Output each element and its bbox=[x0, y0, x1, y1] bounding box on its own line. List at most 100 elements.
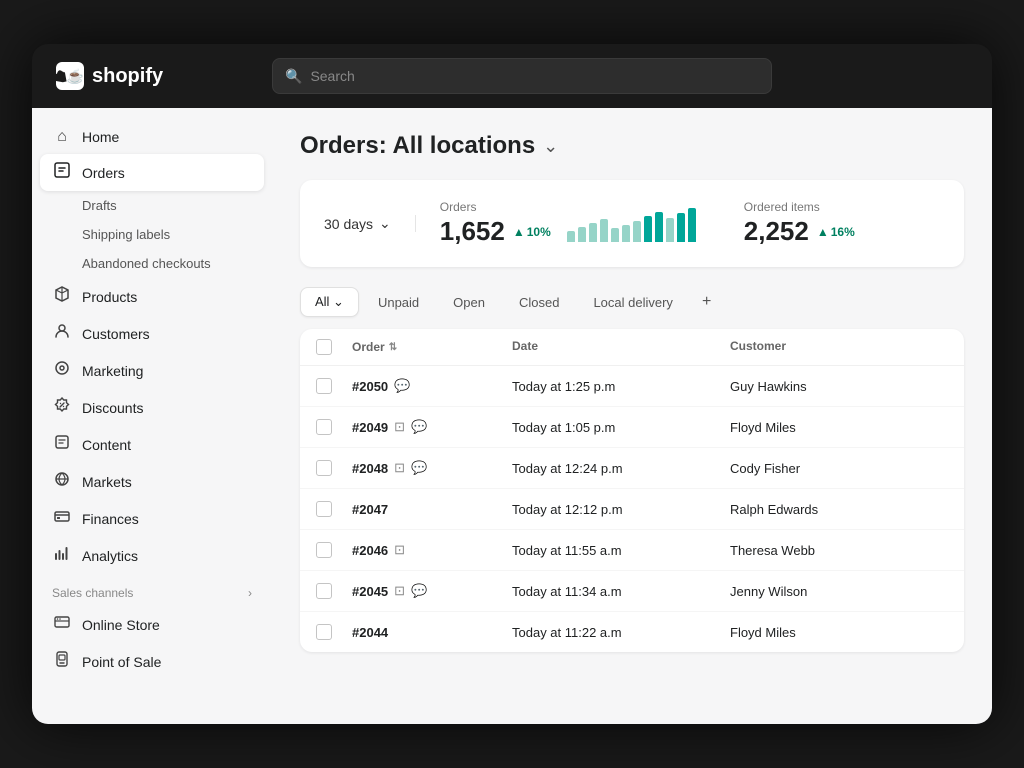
marketing-icon bbox=[52, 360, 72, 381]
header-checkbox-cell bbox=[316, 339, 352, 355]
order-cell: #2045 ⊡ 💬 bbox=[352, 583, 512, 599]
table-row[interactable]: #2050 💬 Today at 1:25 p.m Guy Hawkins bbox=[300, 366, 964, 407]
items-label: Ordered items bbox=[744, 200, 855, 214]
sidebar-item-analytics[interactable]: Analytics bbox=[40, 537, 264, 574]
sales-channels-header: Sales channels › bbox=[40, 574, 264, 606]
sidebar-item-markets[interactable]: Markets bbox=[40, 463, 264, 500]
chart-bar-9 bbox=[666, 218, 674, 242]
sales-channels-chevron[interactable]: › bbox=[248, 586, 252, 600]
row-checkbox-cell bbox=[316, 460, 352, 476]
sidebar-sub-item-shipping-labels[interactable]: Shipping labels bbox=[40, 220, 264, 249]
products-icon bbox=[52, 286, 72, 307]
sidebar-item-home[interactable]: ⌂ Home bbox=[40, 120, 264, 154]
page-title: Orders: All locations bbox=[300, 132, 535, 160]
chart-bar-8 bbox=[655, 212, 663, 242]
orders-stat-block: Orders 1,652 ▲ 10% bbox=[416, 200, 720, 247]
row-checkbox[interactable] bbox=[316, 542, 332, 558]
header-customer: Customer bbox=[730, 339, 948, 355]
row-checkbox[interactable] bbox=[316, 378, 332, 394]
orders-value: 1,652 bbox=[440, 216, 505, 247]
header-date: Date bbox=[512, 339, 730, 355]
sidebar-item-finances[interactable]: Finances bbox=[40, 500, 264, 537]
order-number: #2045 bbox=[352, 584, 388, 599]
row-checkbox-cell bbox=[316, 378, 352, 394]
items-badge-arrow: ▲ bbox=[817, 225, 829, 239]
sidebar-item-customers[interactable]: Customers bbox=[40, 315, 264, 352]
table-row[interactable]: #2049 ⊡ 💬 Today at 1:05 p.m Floyd Miles bbox=[300, 407, 964, 448]
sidebar-sub-item-abandoned-checkouts[interactable]: Abandoned checkouts bbox=[40, 249, 264, 278]
sidebar-item-discounts[interactable]: Discounts bbox=[40, 389, 264, 426]
chart-bar-3 bbox=[600, 219, 608, 242]
search-icon: 🔍 bbox=[285, 68, 302, 85]
items-value-row: 2,252 ▲ 16% bbox=[744, 216, 855, 247]
sidebar-item-orders[interactable]: Orders bbox=[40, 154, 264, 191]
tab-closed[interactable]: Closed bbox=[504, 288, 574, 317]
main-layout: ⌂ Home Orders Drafts Shipping labels bbox=[32, 108, 992, 724]
tab-unpaid[interactable]: Unpaid bbox=[363, 288, 434, 317]
order-number: #2046 bbox=[352, 543, 388, 558]
table-header: Order ⇅ Date Customer bbox=[300, 329, 964, 366]
row-checkbox[interactable] bbox=[316, 624, 332, 640]
sidebar-item-point-of-sale[interactable]: Point of Sale bbox=[40, 643, 264, 680]
sidebar-item-products[interactable]: Products bbox=[40, 278, 264, 315]
select-all-checkbox[interactable] bbox=[316, 339, 332, 355]
date-cell: Today at 1:05 p.m bbox=[512, 420, 730, 435]
location-dropdown-icon[interactable]: ⌄ bbox=[543, 136, 558, 157]
tab-add-button[interactable]: + bbox=[692, 287, 721, 317]
orders-stat-text: Orders 1,652 ▲ 10% bbox=[440, 200, 551, 247]
sidebar-item-content[interactable]: Content bbox=[40, 426, 264, 463]
table-row[interactable]: #2044 Today at 11:22 a.m Floyd Miles bbox=[300, 612, 964, 652]
customer-cell: Theresa Webb bbox=[730, 543, 948, 558]
row-checkbox-cell bbox=[316, 542, 352, 558]
order-sort-icon: ⇅ bbox=[389, 342, 397, 353]
items-value: 2,252 bbox=[744, 216, 809, 247]
orders-table: Order ⇅ Date Customer #2050 💬 Today at 1… bbox=[300, 329, 964, 652]
message-icon: 💬 bbox=[411, 583, 427, 599]
message-icon: 💬 bbox=[411, 460, 427, 476]
items-badge-text: 16% bbox=[831, 225, 855, 239]
home-icon: ⌂ bbox=[52, 128, 72, 146]
customer-cell: Cody Fisher bbox=[730, 461, 948, 476]
row-checkbox-cell bbox=[316, 419, 352, 435]
date-cell: Today at 12:12 p.m bbox=[512, 502, 730, 517]
orders-badge-text: 10% bbox=[527, 225, 551, 239]
message-icon: 💬 bbox=[411, 419, 427, 435]
items-stat-block: Ordered items 2,252 ▲ 16% bbox=[720, 200, 879, 247]
row-checkbox-cell bbox=[316, 501, 352, 517]
sales-channels-label: Sales channels bbox=[52, 586, 133, 600]
row-checkbox[interactable] bbox=[316, 460, 332, 476]
sidebar-sub-item-drafts[interactable]: Drafts bbox=[40, 191, 264, 220]
table-row[interactable]: #2047 Today at 12:12 p.m Ralph Edwards bbox=[300, 489, 964, 530]
chart-bar-0 bbox=[567, 231, 575, 242]
tab-all[interactable]: All ⌄ bbox=[300, 287, 359, 317]
content-icon bbox=[52, 434, 72, 455]
header-order[interactable]: Order ⇅ bbox=[352, 339, 512, 355]
row-checkbox[interactable] bbox=[316, 501, 332, 517]
sidebar-label-orders: Orders bbox=[82, 165, 125, 181]
analytics-icon bbox=[52, 545, 72, 566]
page-title-row: Orders: All locations ⌄ bbox=[300, 132, 964, 160]
table-row[interactable]: #2045 ⊡ 💬 Today at 11:34 a.m Jenny Wilso… bbox=[300, 571, 964, 612]
sidebar-item-marketing[interactable]: Marketing bbox=[40, 352, 264, 389]
orders-badge-arrow: ▲ bbox=[513, 225, 525, 239]
row-checkbox[interactable] bbox=[316, 419, 332, 435]
table-row[interactable]: #2048 ⊡ 💬 Today at 12:24 p.m Cody Fisher bbox=[300, 448, 964, 489]
sidebar-label-customers: Customers bbox=[82, 326, 150, 342]
date-cell: Today at 11:34 a.m bbox=[512, 584, 730, 599]
date-cell: Today at 12:24 p.m bbox=[512, 461, 730, 476]
tab-open[interactable]: Open bbox=[438, 288, 500, 317]
online-store-icon bbox=[52, 614, 72, 635]
customer-cell: Floyd Miles bbox=[730, 625, 948, 640]
note-icon: ⊡ bbox=[394, 583, 405, 599]
period-selector[interactable]: 30 days ⌄ bbox=[324, 215, 416, 232]
row-checkbox[interactable] bbox=[316, 583, 332, 599]
customer-cell: Jenny Wilson bbox=[730, 584, 948, 599]
stats-card: 30 days ⌄ Orders 1,652 ▲ 10% bbox=[300, 180, 964, 267]
row-checkbox-cell bbox=[316, 624, 352, 640]
order-number: #2047 bbox=[352, 502, 388, 517]
sidebar-item-online-store[interactable]: Online Store bbox=[40, 606, 264, 643]
table-row[interactable]: #2046 ⊡ Today at 11:55 a.m Theresa Webb bbox=[300, 530, 964, 571]
search-bar[interactable]: 🔍 Search bbox=[272, 58, 772, 94]
sidebar-label-home: Home bbox=[82, 129, 119, 145]
tab-local-delivery[interactable]: Local delivery bbox=[578, 288, 688, 317]
